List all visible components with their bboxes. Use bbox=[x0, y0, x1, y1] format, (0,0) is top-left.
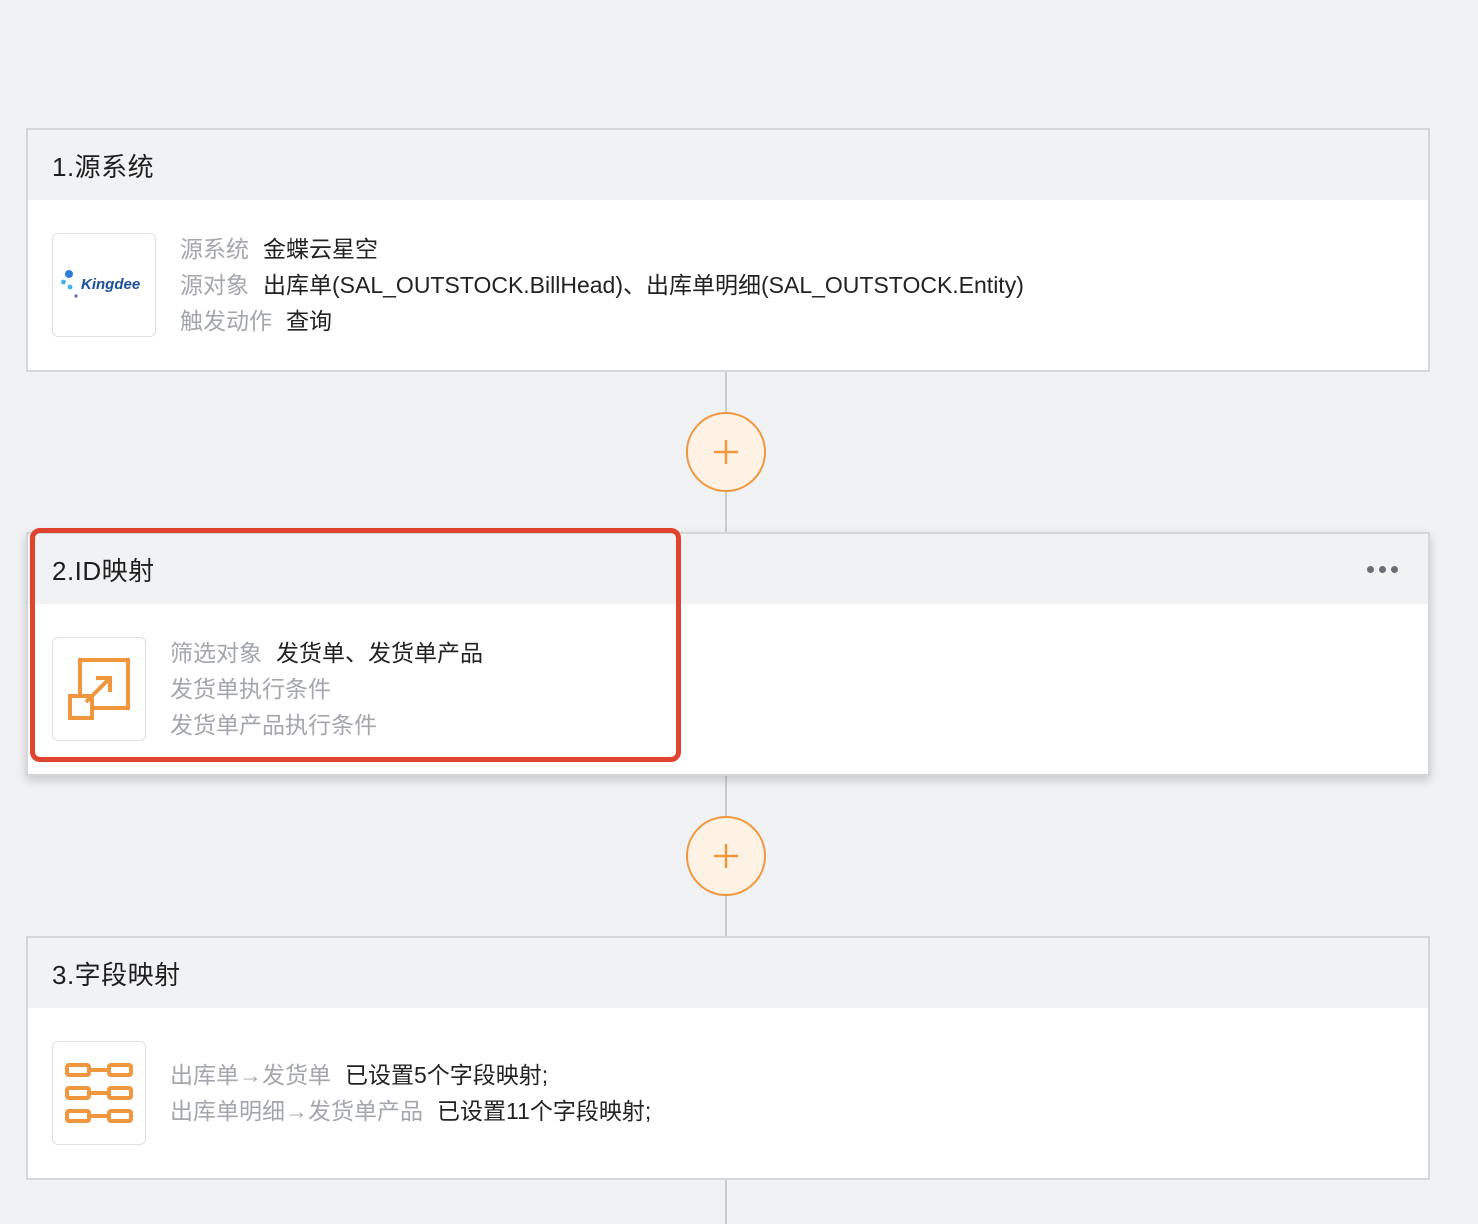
add-step-button[interactable] bbox=[686, 816, 766, 896]
detail-label: 出库单明细→发货单产品 bbox=[170, 1098, 423, 1124]
detail-row: 出库单明细→发货单产品 已设置11个字段映射; bbox=[170, 1096, 651, 1126]
kingdee-logo-mark: Kingdee bbox=[61, 270, 140, 298]
step-title: 1.源系统 bbox=[52, 151, 155, 182]
detail-label: 源系统 bbox=[180, 236, 249, 262]
detail-label: 筛选对象 bbox=[170, 640, 262, 666]
step-header: 1.源系统 bbox=[28, 130, 1428, 200]
detail-label: 触发动作 bbox=[180, 308, 272, 334]
flow-canvas: 1.源系统 Kingdee 源系统 金蝶云星空 源对象 出库单(SAL_OUTSTO… bbox=[0, 0, 1478, 1224]
step-card-field-mapping[interactable]: 3.字段映射 出库单→发货单 已设置5个字段映射; 出库单明细→发货单产品 已设… bbox=[26, 936, 1430, 1180]
plus-icon bbox=[714, 440, 738, 464]
step-details: 筛选对象 发货单、发货单产品 发货单执行条件 发货单产品执行条件 bbox=[170, 638, 483, 740]
step-body: 筛选对象 发货单、发货单产品 发货单执行条件 发货单产品执行条件 bbox=[28, 604, 1428, 774]
detail-label: 发货单执行条件 bbox=[170, 676, 331, 702]
detail-row: 触发动作 查询 bbox=[180, 306, 1024, 336]
step-header: 2.ID映射 bbox=[28, 534, 1428, 604]
step-body: 出库单→发货单 已设置5个字段映射; 出库单明细→发货单产品 已设置11个字段映射; bbox=[28, 1008, 1428, 1178]
detail-label: 发货单产品执行条件 bbox=[170, 712, 377, 738]
detail-row: 源系统 金蝶云星空 bbox=[180, 234, 1024, 264]
step-details: 出库单→发货单 已设置5个字段映射; 出库单明细→发货单产品 已设置11个字段映射; bbox=[170, 1060, 651, 1126]
step-body: Kingdee 源系统 金蝶云星空 源对象 出库单(SAL_OUTSTOCK.Bil… bbox=[28, 200, 1428, 370]
detail-value: 已设置5个字段映射; bbox=[345, 1062, 549, 1088]
field-mapping-icon-tile bbox=[52, 1041, 146, 1145]
detail-label: 源对象 bbox=[180, 272, 249, 298]
detail-value: 已设置11个字段映射; bbox=[437, 1098, 652, 1124]
detail-row: 出库单→发货单 已设置5个字段映射; bbox=[170, 1060, 651, 1090]
step-title: 3.字段映射 bbox=[52, 959, 181, 990]
detail-row: 发货单产品执行条件 bbox=[170, 710, 483, 740]
detail-value: 金蝶云星空 bbox=[263, 236, 378, 262]
kingdee-logo: Kingdee bbox=[52, 233, 156, 337]
detail-row: 源对象 出库单(SAL_OUTSTOCK.BillHead)、出库单明细(SAL_… bbox=[180, 270, 1024, 300]
add-step-button[interactable] bbox=[686, 412, 766, 492]
field-mapping-icon bbox=[65, 1063, 133, 1123]
more-dots-icon[interactable] bbox=[1361, 560, 1404, 579]
id-mapping-icon bbox=[68, 658, 130, 720]
step-title: 2.ID映射 bbox=[52, 555, 155, 586]
detail-value: 出库单(SAL_OUTSTOCK.BillHead)、出库单明细(SAL_OUT… bbox=[263, 272, 1024, 298]
detail-value: 查询 bbox=[286, 308, 332, 334]
plus-icon bbox=[714, 844, 738, 868]
detail-value: 发货单、发货单产品 bbox=[276, 640, 483, 666]
detail-label: 出库单→发货单 bbox=[170, 1062, 331, 1088]
kingdee-logo-text: Kingdee bbox=[81, 276, 140, 293]
detail-row: 筛选对象 发货单、发货单产品 bbox=[170, 638, 483, 668]
step-header: 3.字段映射 bbox=[28, 938, 1428, 1008]
detail-row: 发货单执行条件 bbox=[170, 674, 483, 704]
connector-line bbox=[725, 1178, 727, 1224]
step-details: 源系统 金蝶云星空 源对象 出库单(SAL_OUTSTOCK.BillHead)、出… bbox=[180, 234, 1024, 336]
step-card-id-mapping[interactable]: 2.ID映射 筛选对象 发货单、发货单产品 发货单执行条件 发货单产品执行条件 bbox=[26, 532, 1430, 776]
id-mapping-icon-tile bbox=[52, 637, 146, 741]
step-card-source-system[interactable]: 1.源系统 Kingdee 源系统 金蝶云星空 源对象 出库单(SAL_OUTSTO… bbox=[26, 128, 1430, 372]
